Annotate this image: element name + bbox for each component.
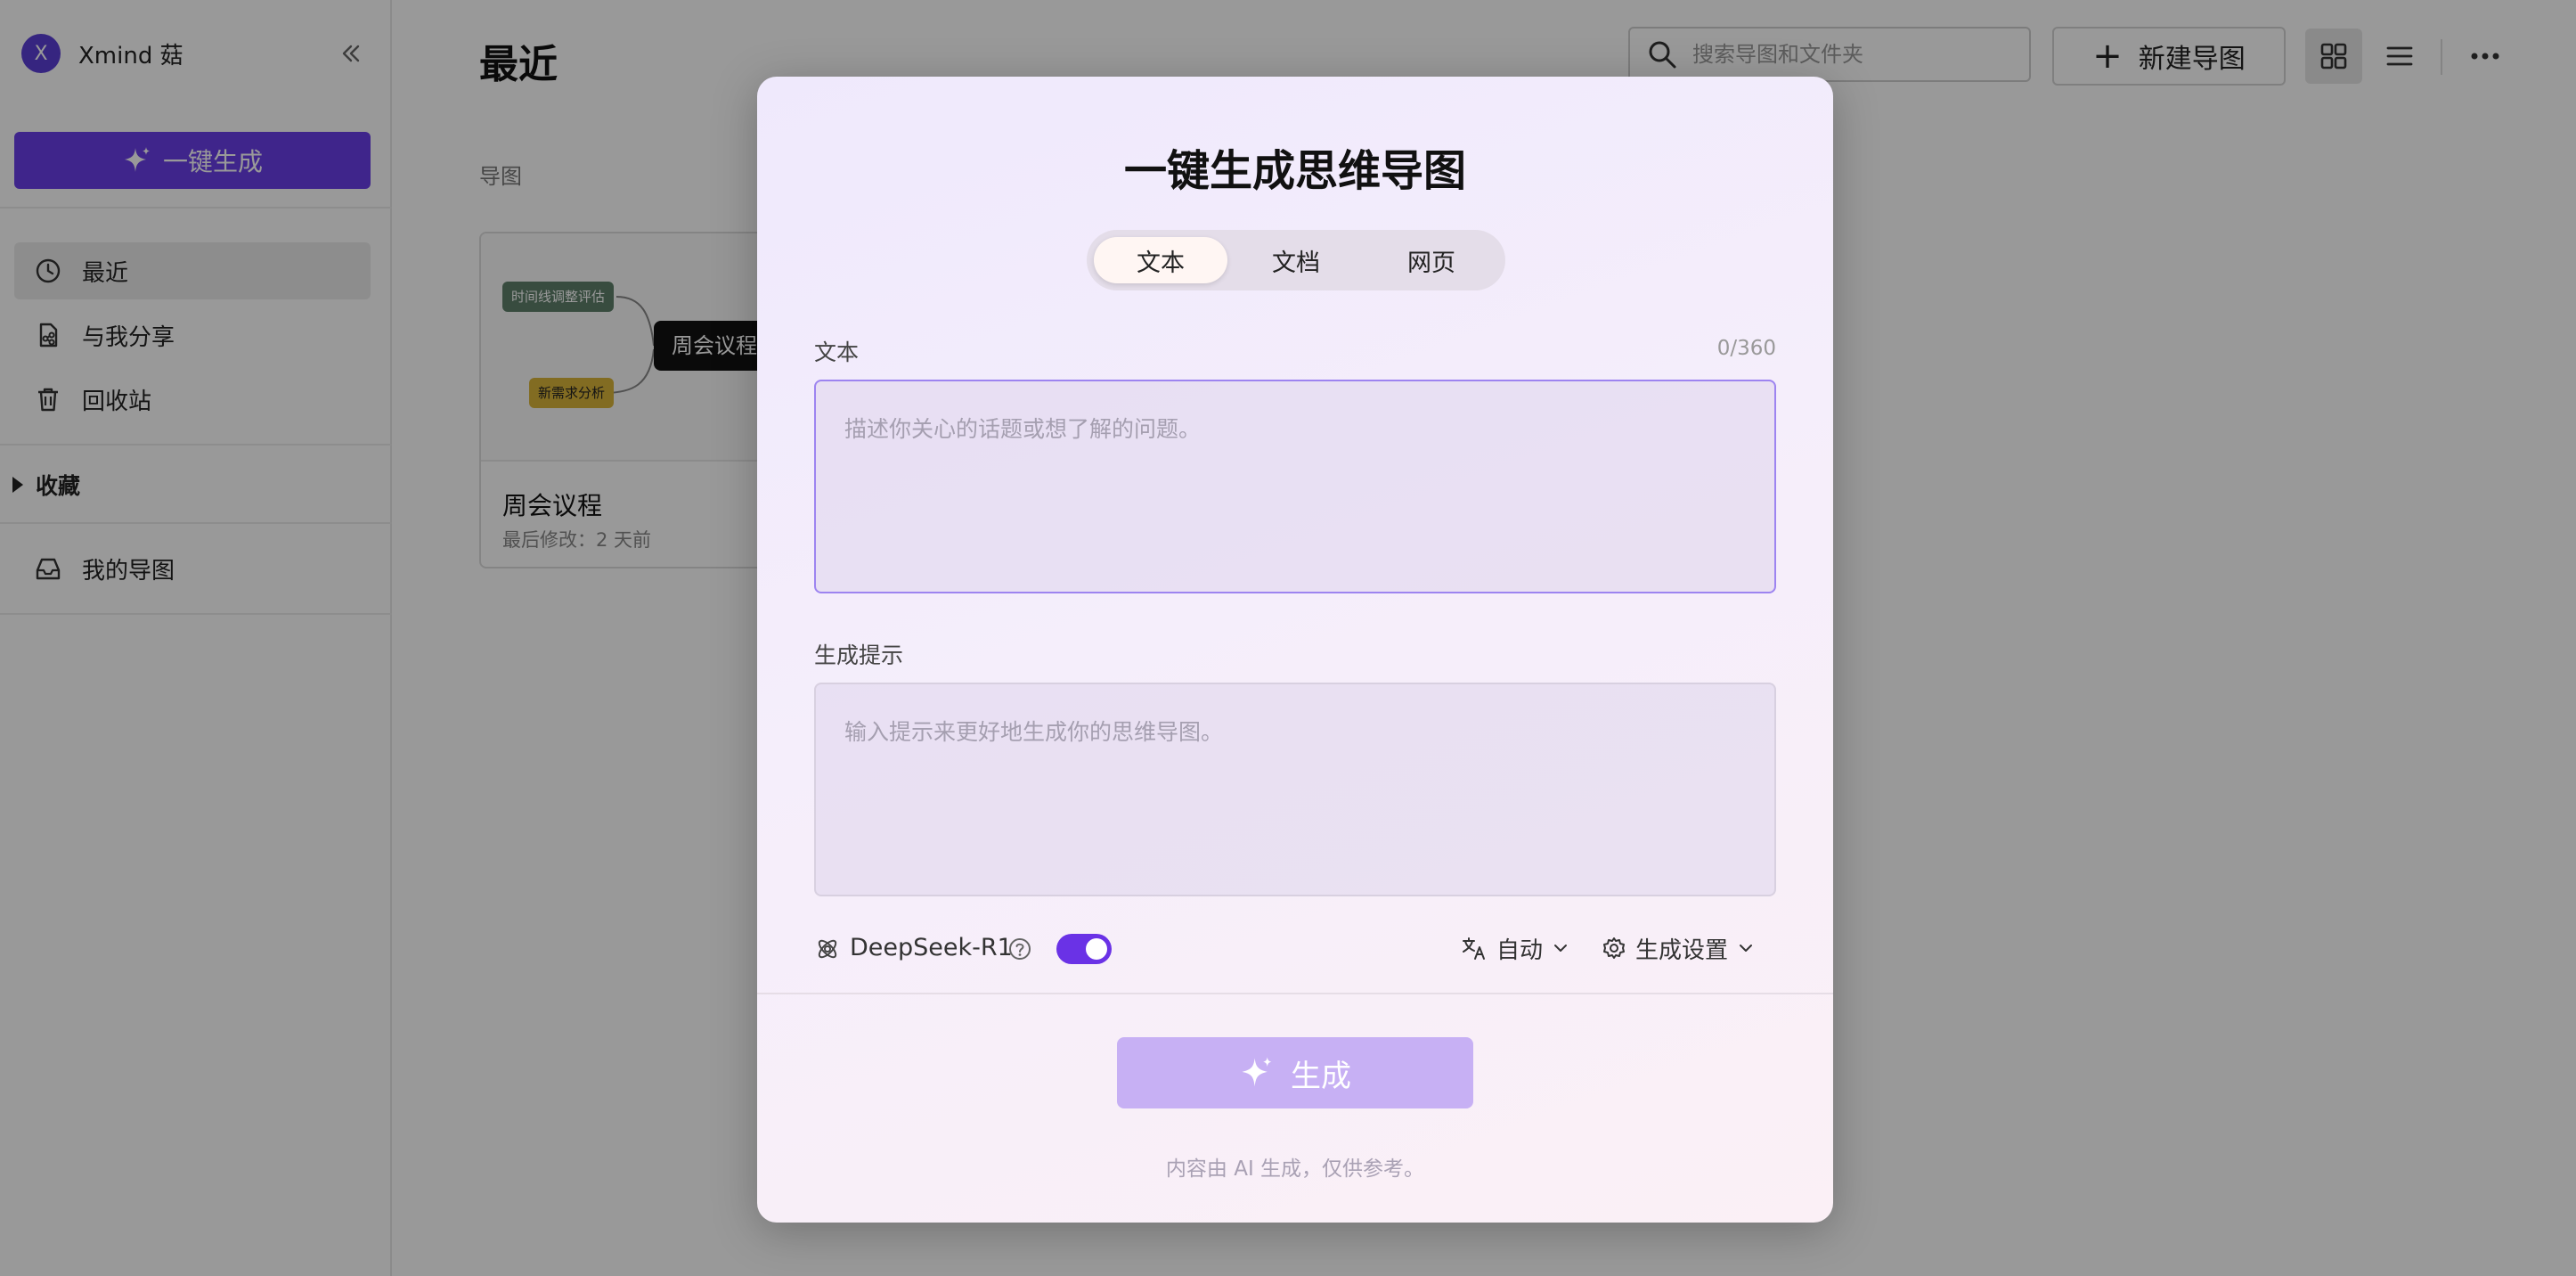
model-icon	[818, 939, 837, 959]
help-icon[interactable]	[1008, 937, 1031, 961]
prompt-field-label: 生成提示	[814, 642, 904, 668]
dialog-title: 一键生成思维导图	[1123, 146, 1466, 196]
text-input[interactable]	[814, 380, 1776, 593]
toggle-knob	[1086, 938, 1107, 960]
generate-label: 生成	[1291, 1058, 1351, 1094]
language-label: 自动	[1496, 937, 1544, 964]
tab-webpage[interactable]: 网页	[1365, 237, 1498, 283]
tab-document[interactable]: 文档	[1229, 237, 1363, 283]
generate-mindmap-dialog: 一键生成思维导图 文本 文档 网页 文本 0/360 生成提示 DeepSeek…	[757, 77, 1833, 1223]
source-tabs: 文本 文档 网页	[1087, 230, 1505, 290]
prompt-input[interactable]	[814, 683, 1776, 896]
deepseek-toggle[interactable]	[1056, 934, 1112, 964]
ai-disclaimer: 内容由 AI 生成，仅供参考。	[1165, 1157, 1425, 1181]
tab-text[interactable]: 文本	[1094, 237, 1227, 283]
app-window: X Xmind 菇 一键生成 最近 与我分享 回收站 收藏 我的导图 最近 搜索…	[0, 0, 2576, 1276]
chevron-down-icon	[1554, 945, 1568, 952]
divider	[757, 993, 1833, 994]
gear-icon	[1603, 937, 1625, 959]
generation-options: DeepSeek-R1 自动 生成设置	[814, 925, 1776, 971]
generate-button[interactable]: 生成	[1117, 1037, 1473, 1108]
text-field-label: 文本	[814, 339, 860, 365]
language-dropdown[interactable]: 自动	[1461, 930, 1578, 966]
sparkle-icon	[1242, 1057, 1272, 1087]
model-label: DeepSeek-R1	[850, 934, 1013, 961]
generation-settings-dropdown[interactable]: 生成设置	[1602, 930, 1764, 966]
generation-settings-label: 生成设置	[1635, 937, 1729, 964]
chevron-down-icon	[1740, 945, 1753, 952]
char-counter: 0/360	[1716, 337, 1776, 360]
translate-icon	[1463, 937, 1485, 960]
